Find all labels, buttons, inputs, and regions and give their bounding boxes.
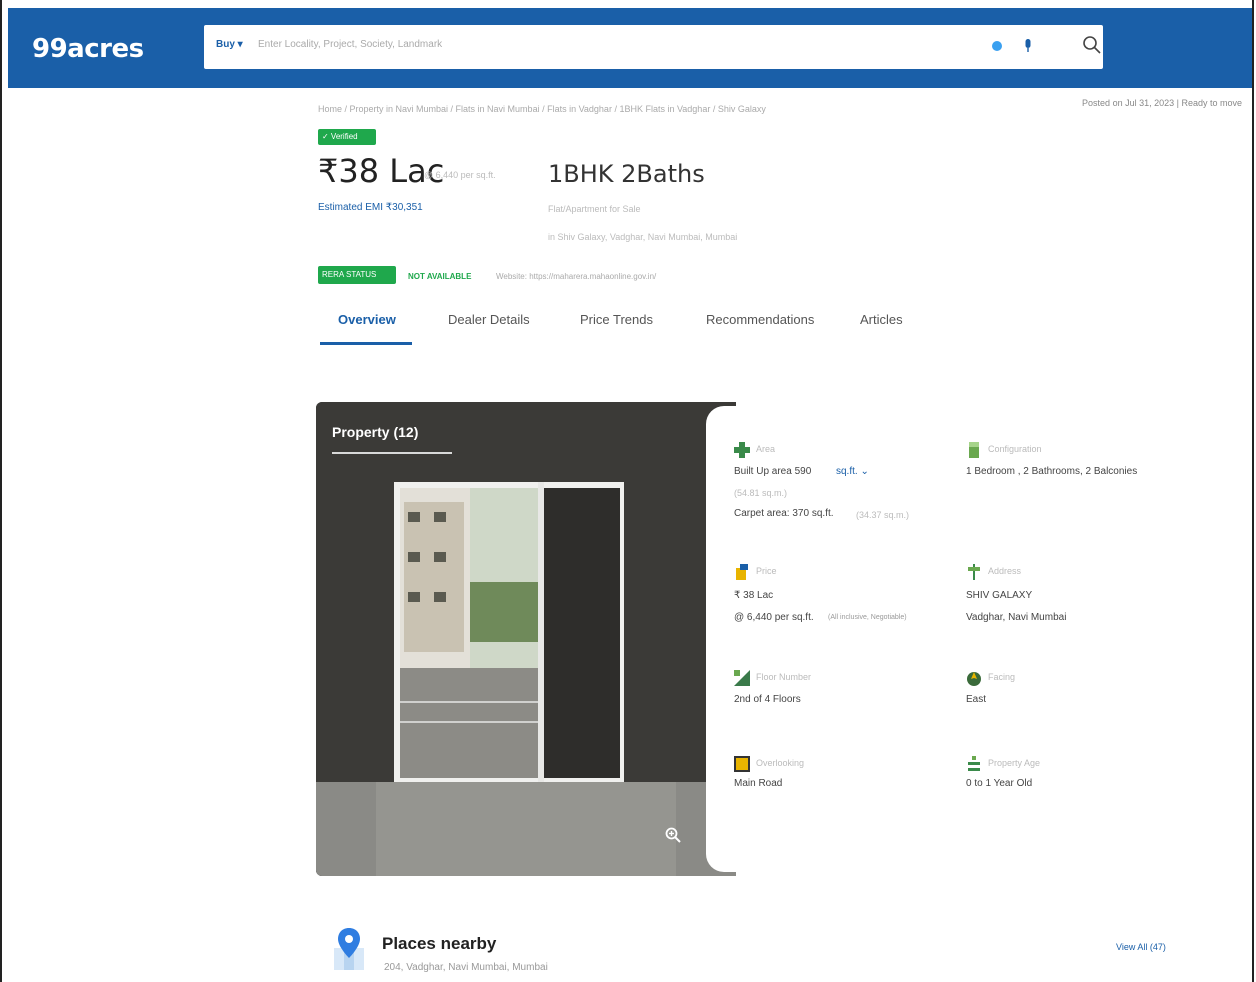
tab-recommendations[interactable]: Recommendations — [706, 312, 814, 327]
places-nearby-title: Places nearby — [382, 934, 497, 953]
carpet-area-sqm: (34.37 sq.m.) — [856, 510, 910, 520]
price-tag-icon — [736, 564, 748, 580]
tab-bar: Overview Dealer Details Price Trends Rec… — [318, 308, 938, 348]
listing-title: 1BHK 2Baths — [548, 160, 705, 188]
view-all-places-link[interactable]: View All (47) — [1116, 942, 1166, 952]
posted-date: Posted on Jul 31, 2023 | Ready to move — [1082, 98, 1242, 108]
location-icon[interactable] — [992, 41, 1002, 51]
price-label: Price — [756, 566, 777, 576]
compass-icon — [967, 672, 981, 686]
property-age-icon — [968, 756, 980, 771]
places-nearby-address: 204, Vadghar, Navi Mumbai, Mumbai — [384, 962, 548, 973]
property-age-value: 0 to 1 Year Old — [966, 778, 1033, 789]
price-value: ₹ 38 Lac — [734, 590, 774, 601]
address-locality: Vadghar, Navi Mumbai — [966, 612, 1067, 623]
price-per-sqft: @ 6,440 per sq.ft. — [424, 170, 496, 180]
left-frame-line — [0, 0, 2, 982]
property-age-label: Property Age — [988, 758, 1041, 768]
configuration-value: 1 Bedroom , 2 Bathrooms, 2 Balconies — [966, 466, 1138, 477]
floor-label: Floor Number — [756, 672, 812, 682]
active-tab-indicator — [320, 342, 412, 345]
address-label: Address — [988, 566, 1022, 576]
tab-price-trends[interactable]: Price Trends — [580, 312, 653, 327]
built-up-area-sqm: (54.81 sq.m.) — [734, 488, 788, 498]
property-gallery[interactable]: Property (12) — [316, 402, 736, 876]
listing-address: in Shiv Galaxy, Vadghar, Navi Mumbai, Mu… — [548, 232, 738, 242]
price-note: (All inclusive, Negotiable) — [828, 614, 907, 621]
rera-website[interactable]: Website: https://maharera.mahaonline.gov… — [496, 272, 656, 281]
buy-dropdown[interactable]: Buy ▾ — [216, 39, 243, 50]
facing-label: Facing — [988, 672, 1016, 682]
tab-overview[interactable]: Overview — [338, 312, 396, 327]
zoom-icon[interactable] — [664, 826, 682, 844]
top-header: 99acres Buy ▾ Enter Locality, Project, S… — [8, 8, 1252, 88]
floor-value: 2nd of 4 Floors — [734, 694, 801, 705]
rera-status-badge: RERA STATUS — [318, 266, 396, 284]
map-pin-icon — [334, 928, 364, 970]
microphone-icon[interactable] — [1024, 39, 1032, 53]
configuration-label: Configuration — [988, 444, 1042, 454]
gallery-title: Property (12) — [332, 424, 419, 440]
property-type: Flat/Apartment for Sale — [548, 204, 641, 214]
search-bar[interactable]: Buy ▾ Enter Locality, Project, Society, … — [204, 25, 1103, 69]
right-frame-line — [1252, 0, 1254, 982]
facing-value: East — [966, 694, 987, 705]
overlooking-value: Main Road — [734, 778, 783, 789]
area-icon — [734, 442, 750, 458]
floor-icon — [734, 670, 750, 686]
search-icon[interactable] — [1082, 35, 1102, 55]
site-logo[interactable]: 99acres — [32, 34, 144, 64]
tab-dealer-details[interactable]: Dealer Details — [448, 312, 530, 327]
address-name: SHIV GALAXY — [966, 590, 1033, 601]
price-rate: @ 6,440 per sq.ft. — [734, 612, 814, 623]
carpet-area: Carpet area: 370 sq.ft. — [734, 508, 834, 519]
address-signpost-icon — [968, 564, 980, 580]
room-photo — [316, 402, 736, 876]
tab-articles[interactable]: Articles — [860, 312, 903, 327]
built-up-area: Built Up area 590 — [734, 466, 812, 477]
area-unit-dropdown[interactable]: sq.ft. ⌄ — [836, 466, 869, 477]
overlooking-label: Overlooking — [756, 758, 805, 768]
configuration-icon — [969, 442, 979, 458]
estimated-emi-link[interactable]: Estimated EMI ₹30,351 — [318, 202, 423, 213]
verified-badge: ✓ Verified — [318, 129, 376, 145]
breadcrumb[interactable]: Home / Property in Navi Mumbai / Flats i… — [318, 104, 766, 114]
rera-status-value: NOT AVAILABLE — [408, 272, 472, 281]
area-label: Area — [756, 444, 776, 454]
gallery-title-underline — [332, 452, 452, 454]
overlooking-icon — [734, 756, 750, 772]
search-input[interactable]: Enter Locality, Project, Society, Landma… — [258, 39, 442, 50]
